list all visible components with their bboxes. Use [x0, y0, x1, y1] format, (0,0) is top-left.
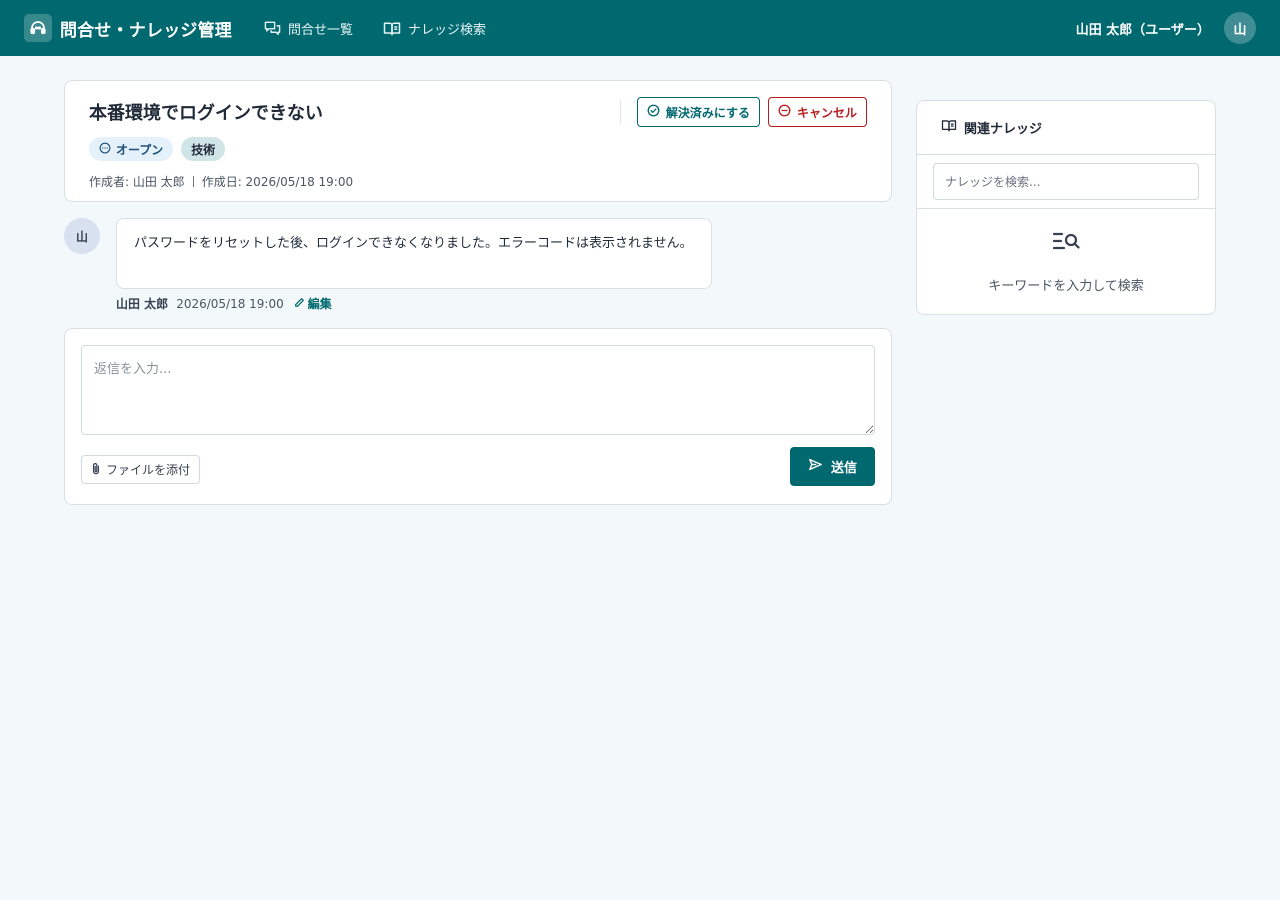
user-name[interactable]: 山田 太郎（ユーザー） [1076, 19, 1210, 38]
check-circle-icon [647, 104, 660, 120]
open-book-icon [383, 21, 401, 36]
message-author-avatar: 山 [64, 218, 100, 254]
send-icon [808, 458, 823, 475]
knowledge-search-input[interactable] [933, 163, 1199, 200]
related-knowledge-panel: 関連ナレッジ キーワードを入力して検索 [916, 100, 1216, 315]
nav-inquiry-list[interactable]: 問合せ一覧 [264, 19, 353, 38]
knowledge-empty-text: キーワードを入力して検索 [988, 279, 1144, 294]
reply-input[interactable] [81, 345, 875, 435]
send-button[interactable]: 送信 [789, 447, 875, 486]
edit-message-label: 編集 [307, 297, 332, 311]
status-badge-label: オープン [116, 142, 164, 157]
ticket-author: 作成者: 山田 太郎 [89, 175, 185, 189]
message-meta: 山田 太郎 2026/05/18 19:00 編集 [116, 295, 332, 312]
status-badge: オープン [89, 137, 174, 161]
app-title: 問合せ・ナレッジ管理 [60, 20, 232, 41]
cancel-ticket-button[interactable]: キャンセル [767, 97, 867, 127]
ellipsis-circle-icon [99, 142, 111, 157]
pencil-icon [294, 297, 305, 311]
ticket-meta: 作成者: 山田 太郎 作成日: 2026/05/18 19:00 [89, 173, 867, 190]
message-author: 山田 太郎 [116, 297, 169, 311]
headset-logo-icon [24, 14, 52, 42]
top-navbar: 問合せ・ナレッジ管理 問合せ一覧 ナレッジ検索 山田 太郎（ユーザー） 山 [0, 0, 1280, 56]
user-avatar[interactable]: 山 [1224, 12, 1256, 44]
nav-knowledge-search-label: ナレッジ検索 [408, 22, 487, 38]
chat-bubbles-icon [264, 20, 281, 36]
attach-file-label: ファイルを添付 [106, 463, 191, 477]
ticket-header-card: 本番環境でログインできない オープン 技術 作成者: 山田 太郎 作成日: 20… [64, 80, 892, 202]
edit-message-link[interactable]: 編集 [294, 295, 332, 312]
ticket-actions: 解決済みにする キャンセル [619, 97, 867, 127]
actions-divider [619, 100, 621, 124]
ticket-created-date: 作成日: 2026/05/18 19:00 [201, 175, 354, 189]
reply-composer: ファイルを添付 送信 [64, 328, 892, 505]
open-book-icon [941, 119, 957, 136]
list-search-icon [1052, 231, 1080, 255]
message-bubble: パスワードをリセットした後、ログインできなくなりました。エラーコードは表示されま… [116, 218, 712, 289]
category-badge: 技術 [181, 137, 226, 161]
knowledge-search-wrap [917, 155, 1215, 209]
send-button-label: 送信 [830, 461, 857, 476]
knowledge-empty-state: キーワードを入力して検索 [917, 209, 1215, 294]
related-knowledge-title: 関連ナレッジ [964, 122, 1043, 137]
attach-file-button[interactable]: ファイルを添付 [81, 455, 201, 484]
brand[interactable]: 問合せ・ナレッジ管理 [24, 14, 232, 42]
meta-divider [192, 176, 194, 187]
minus-circle-icon [778, 104, 791, 120]
ticket-badges: オープン 技術 [89, 137, 867, 161]
related-knowledge-header: 関連ナレッジ [917, 101, 1215, 155]
reply-toolbar: ファイルを添付 送信 [81, 447, 875, 486]
resolve-button-label: 解決済みにする [665, 105, 750, 120]
nav-inquiry-list-label: 問合せ一覧 [288, 22, 354, 38]
paperclip-icon [91, 462, 101, 478]
nav-knowledge-search[interactable]: ナレッジ検索 [383, 19, 486, 38]
message-timestamp: 2026/05/18 19:00 [176, 296, 284, 311]
resolve-button[interactable]: 解決済みにする [636, 97, 760, 127]
cancel-button-label: キャンセル [796, 105, 857, 120]
